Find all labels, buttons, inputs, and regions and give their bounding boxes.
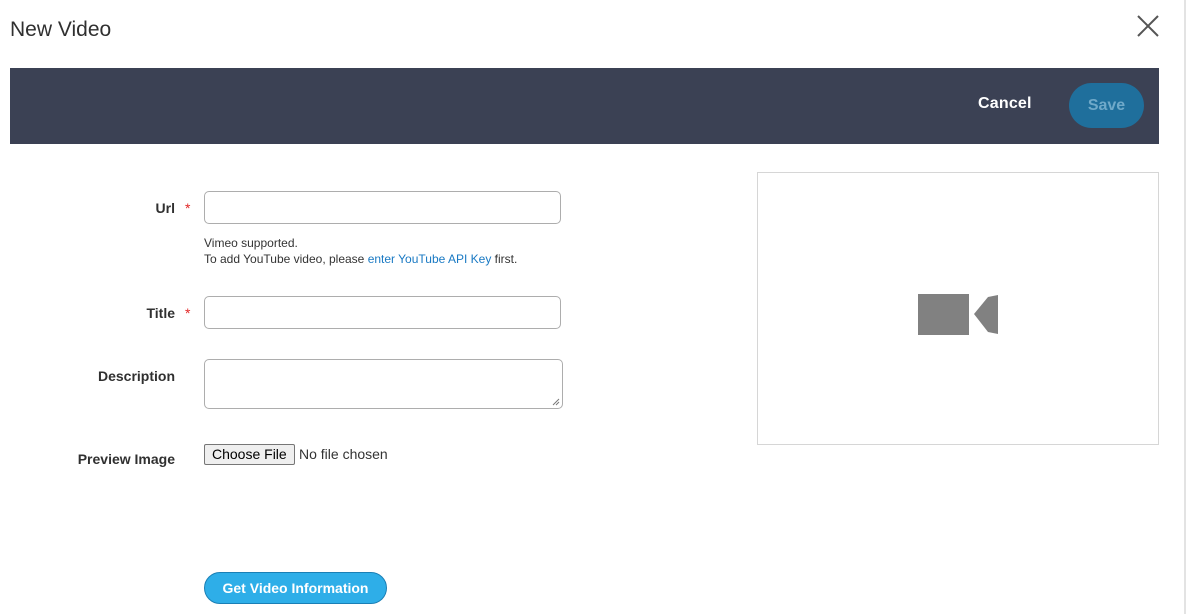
- url-required-mark: *: [185, 200, 191, 216]
- description-label: Description: [97, 368, 175, 384]
- video-preview-box: [757, 172, 1159, 445]
- url-label: Url: [155, 200, 175, 216]
- choose-file-button[interactable]: Choose File: [204, 444, 295, 465]
- file-status: No file chosen: [299, 446, 388, 462]
- url-note: Vimeo supported. To add YouTube video, p…: [204, 235, 517, 267]
- title-input[interactable]: [204, 296, 561, 329]
- new-video-modal: New Video Cancel Save Url * Vimeo suppor…: [0, 0, 1186, 614]
- url-note-line2: To add YouTube video, please enter YouTu…: [204, 251, 517, 267]
- url-note-prefix: To add YouTube video, please: [204, 252, 368, 266]
- save-button[interactable]: Save: [1069, 83, 1144, 128]
- url-note-line1: Vimeo supported.: [204, 236, 298, 250]
- modal-title: New Video: [10, 18, 112, 41]
- url-note-suffix: first.: [491, 252, 518, 266]
- close-button[interactable]: [1134, 12, 1162, 40]
- resize-handle-icon[interactable]: [552, 398, 560, 406]
- title-label: Title: [146, 305, 175, 321]
- cancel-button[interactable]: Cancel: [978, 95, 1032, 113]
- page-actions-toolbar: Cancel Save: [10, 68, 1159, 144]
- url-input[interactable]: [204, 191, 561, 224]
- video-camera-icon: [918, 294, 998, 335]
- get-video-information-button[interactable]: Get Video Information: [204, 572, 387, 604]
- preview-image-label: Preview Image: [77, 451, 175, 467]
- title-required-mark: *: [185, 305, 191, 321]
- youtube-api-key-link[interactable]: enter YouTube API Key: [368, 252, 492, 266]
- description-textarea[interactable]: [204, 359, 563, 409]
- close-icon: [1137, 15, 1159, 37]
